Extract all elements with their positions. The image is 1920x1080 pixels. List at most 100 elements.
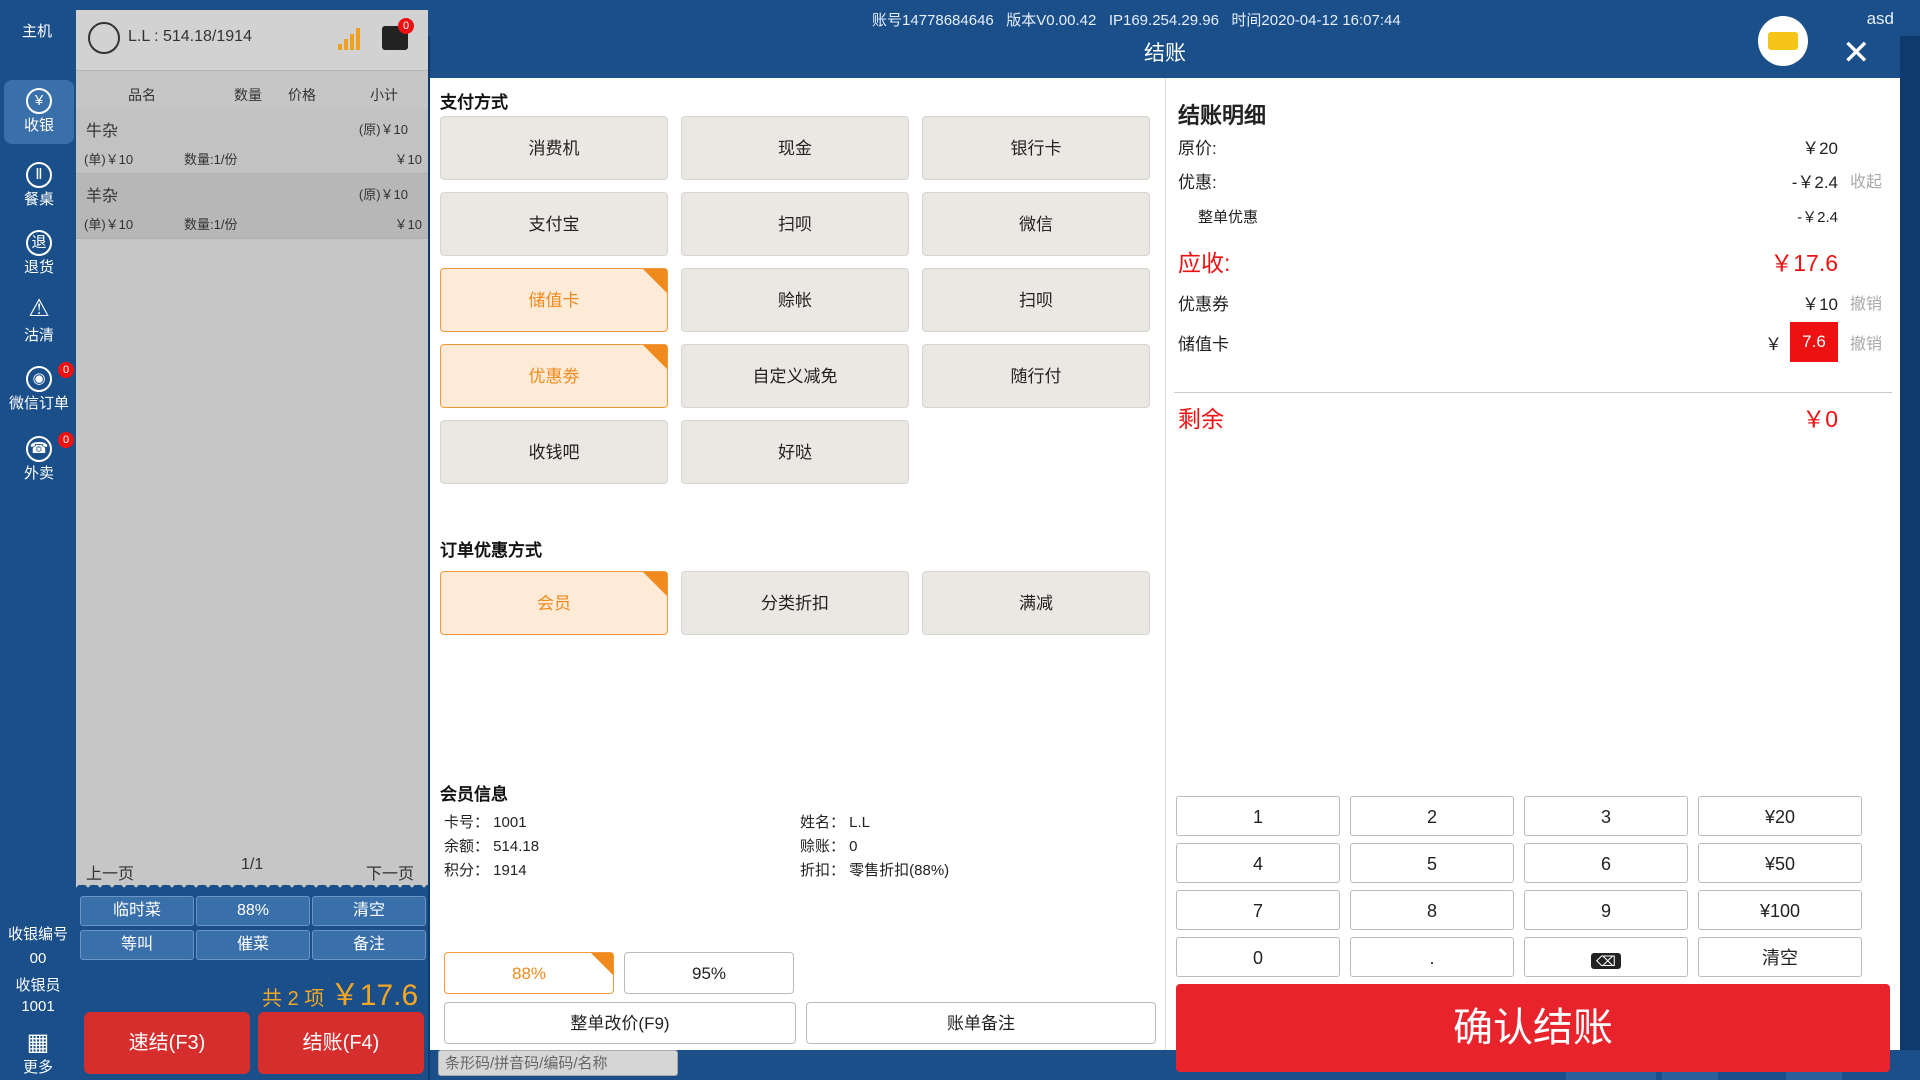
rush-button[interactable]: 催菜: [196, 930, 310, 960]
payment-option[interactable]: 赊帐: [681, 268, 909, 332]
delivery-badge: 0: [58, 432, 74, 448]
member-balance: 余额： 514.18: [444, 838, 540, 855]
total-count-unit: 项: [304, 988, 325, 1010]
payment-option[interactable]: 支付宝: [440, 192, 668, 256]
payment-option[interactable]: 好哒: [681, 420, 909, 484]
discount-option[interactable]: 会员: [440, 571, 668, 635]
keyboard-toggle[interactable]: [1758, 16, 1808, 66]
cashier-label: 收银员: [15, 977, 61, 994]
payment-option[interactable]: 自定义减免: [681, 344, 909, 408]
numpad-key[interactable]: ¥50: [1698, 843, 1862, 883]
item-subtotal: ￥10: [394, 152, 422, 167]
numpad-key[interactable]: 4: [1176, 843, 1340, 883]
payment-option-label: 自定义减免: [752, 367, 838, 386]
payment-option[interactable]: 优惠劵: [440, 344, 668, 408]
numpad-key[interactable]: 0: [1176, 937, 1340, 977]
checkout-button[interactable]: 结账(F4): [258, 1012, 424, 1074]
order-item[interactable]: 羊杂 (原)￥10 (单)￥10 数量:1/份 ￥10: [76, 174, 428, 239]
numpad-key[interactable]: 7: [1176, 890, 1340, 930]
item-name: 牛杂: [86, 123, 119, 140]
payment-option[interactable]: 微信: [922, 192, 1150, 256]
backspace-key[interactable]: ⌫: [1524, 937, 1688, 977]
quick-checkout-button[interactable]: 速结(F3): [84, 1012, 250, 1074]
member-credit: 赊账： 0: [800, 838, 858, 855]
nav-label: 沽清: [23, 327, 54, 344]
numpad-key[interactable]: 9: [1524, 890, 1688, 930]
numpad-key[interactable]: ¥20: [1698, 796, 1862, 836]
item-orig-price: (原)￥10: [358, 187, 408, 202]
search-input[interactable]: 条形码/拼音码/编码/名称: [438, 1050, 678, 1076]
collapse-link[interactable]: 收起: [1850, 168, 1882, 192]
nav-label: 退货: [23, 259, 54, 276]
reprice-button[interactable]: 整单改价(F9): [444, 1002, 796, 1044]
page-indicator: 1/1: [241, 856, 264, 873]
cashier-no-label: 收银编号: [7, 926, 68, 943]
system-info: 账号14778684646 版本V0.00.42 IP169.254.29.96…: [872, 12, 1401, 29]
nav-item-returns[interactable]: 退 退货: [4, 222, 74, 286]
prev-page-button[interactable]: 上一页: [86, 860, 134, 884]
numpad-key[interactable]: 1: [1176, 796, 1340, 836]
nav-item-wechat-orders[interactable]: ◉ 微信订单 0: [4, 358, 74, 422]
discount-option-label: 会员: [537, 594, 571, 613]
coupon-cancel[interactable]: 撤销: [1850, 290, 1882, 314]
yen-icon: ¥: [26, 88, 52, 114]
numpad-key[interactable]: .: [1350, 937, 1514, 977]
rate-95-button[interactable]: 95%: [624, 952, 794, 994]
modal-header: 结账: [430, 30, 1900, 78]
nav-item-tables[interactable]: Ⅱ 餐桌: [4, 154, 74, 218]
numpad-key[interactable]: 5: [1350, 843, 1514, 883]
payment-option-label: 银行卡: [1010, 139, 1062, 158]
payment-option[interactable]: 现金: [681, 116, 909, 180]
coupon-label: 优惠券: [1178, 295, 1229, 314]
payment-option[interactable]: 消费机: [440, 116, 668, 180]
payment-option[interactable]: 随行付: [922, 344, 1150, 408]
numpad-key[interactable]: 3: [1524, 796, 1688, 836]
discount-label: 优惠:: [1178, 173, 1217, 192]
grid-icon[interactable]: ▦: [0, 1028, 76, 1057]
more-button[interactable]: 更多: [0, 1056, 76, 1077]
member-discount: 折扣： 零售折扣(88%): [800, 862, 950, 879]
hold-button[interactable]: 等叫: [80, 930, 194, 960]
close-icon[interactable]: ✕: [1842, 36, 1871, 70]
stored-card-cancel[interactable]: 撤销: [1850, 330, 1882, 354]
numpad-key[interactable]: 6: [1524, 843, 1688, 883]
numpad-key[interactable]: 8: [1350, 890, 1514, 930]
order-item[interactable]: 牛杂 (原)￥10 (单)￥10 数量:1/份 ￥10: [76, 109, 428, 174]
member-name: 姓名： L.L: [800, 814, 871, 831]
numpad-key[interactable]: ¥100: [1698, 890, 1862, 930]
discount-value: -￥2.4: [1791, 173, 1838, 192]
note-button[interactable]: 备注: [312, 930, 426, 960]
rate-88-button[interactable]: 88%: [444, 952, 614, 994]
item-qty: 数量:1/份: [184, 217, 238, 232]
numpad-key[interactable]: 2: [1350, 796, 1514, 836]
payment-option[interactable]: 收钱吧: [440, 420, 668, 484]
receivable-label: 应收:: [1178, 250, 1231, 276]
numpad-key[interactable]: 清空: [1698, 937, 1862, 977]
bill-note-button[interactable]: 账单备注: [806, 1002, 1156, 1044]
member-summary[interactable]: L.L : 514.18/1914: [128, 28, 252, 46]
payment-option[interactable]: 银行卡: [922, 116, 1150, 180]
confirm-checkout-button[interactable]: 确认结账: [1176, 984, 1890, 1072]
next-page-button[interactable]: 下一页: [366, 860, 414, 884]
wechat-icon: ◉: [26, 366, 52, 392]
total-prefix: 共: [262, 988, 282, 1010]
stored-card-amount-input[interactable]: 7.6: [1790, 322, 1838, 362]
payment-option[interactable]: 扫呗: [922, 268, 1150, 332]
temp-dish-button[interactable]: 临时菜: [80, 896, 194, 926]
discount-88-button[interactable]: 88%: [196, 896, 310, 926]
payment-option-label: 赊帐: [778, 291, 812, 310]
nav-item-delivery[interactable]: ☎ 外卖 0: [4, 428, 74, 492]
discount-option[interactable]: 满减: [922, 571, 1150, 635]
nav-label: 微信订单: [8, 395, 69, 412]
payment-option[interactable]: 扫呗: [681, 192, 909, 256]
discount-section-title: 订单优惠方式: [440, 541, 542, 560]
discount-option[interactable]: 分类折扣: [681, 571, 909, 635]
nav-item-soldout[interactable]: ⚠ 沽清: [4, 290, 74, 354]
nav-item-cashier[interactable]: ¥ 收银: [4, 80, 74, 144]
username[interactable]: asd: [1867, 9, 1894, 29]
payment-option[interactable]: 储值卡: [440, 268, 668, 332]
avatar-icon[interactable]: [88, 22, 120, 54]
clear-order-button[interactable]: 清空: [312, 896, 426, 926]
payment-option-label: 扫呗: [1019, 291, 1053, 310]
payment-option-label: 支付宝: [528, 215, 580, 234]
